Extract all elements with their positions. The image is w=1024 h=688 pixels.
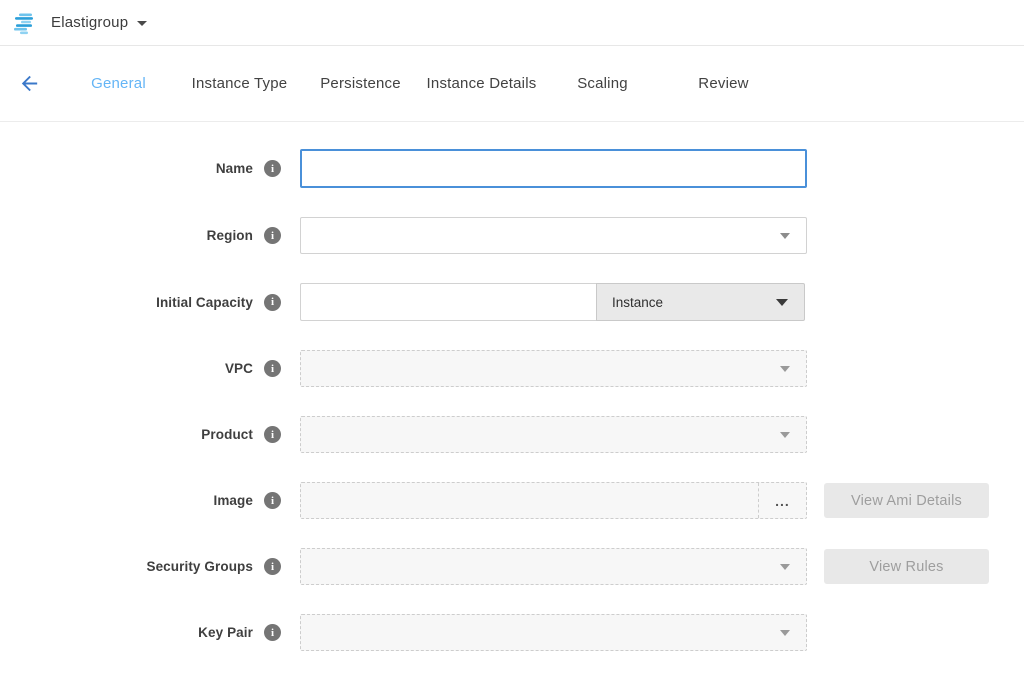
back-button[interactable] [0, 72, 58, 95]
browse-image-button[interactable]: ... [758, 483, 806, 518]
image-label: Image [213, 493, 253, 508]
form-row-name: Name i [0, 149, 1024, 188]
initial-capacity-input[interactable] [300, 283, 596, 321]
region-select[interactable] [300, 217, 807, 254]
chevron-down-icon [780, 366, 790, 372]
info-icon[interactable]: i [264, 360, 281, 377]
image-input: ... [300, 482, 807, 519]
form-row-key-pair: Key Pair i [0, 614, 1024, 651]
vpc-label: VPC [225, 361, 253, 376]
chevron-down-icon [780, 630, 790, 636]
app-title[interactable]: Elastigroup [51, 14, 128, 31]
vpc-select [300, 350, 807, 387]
top-app-bar: Elastigroup [0, 0, 1024, 46]
wizard-tab-bar: General Instance Type Persistence Instan… [0, 46, 1024, 122]
capacity-unit-select[interactable]: Instance [596, 283, 805, 321]
form-row-security-groups: Security Groups i View Rules [0, 548, 1024, 585]
key-pair-select [300, 614, 807, 651]
info-icon[interactable]: i [264, 227, 281, 244]
security-groups-label: Security Groups [146, 559, 253, 574]
tab-instance-type[interactable]: Instance Type [179, 75, 300, 92]
wizard-tabs: General Instance Type Persistence Instan… [58, 75, 784, 92]
form-row-product: Product i [0, 416, 1024, 453]
form-row-region: Region i [0, 217, 1024, 254]
elastigroup-logo-icon [14, 11, 40, 35]
info-icon[interactable]: i [264, 160, 281, 177]
info-icon[interactable]: i [264, 294, 281, 311]
chevron-down-icon[interactable] [137, 21, 147, 26]
info-icon[interactable]: i [264, 558, 281, 575]
chevron-down-icon [780, 564, 790, 570]
view-ami-details-button[interactable]: View Ami Details [824, 483, 989, 518]
product-label: Product [201, 427, 253, 442]
tab-instance-details[interactable]: Instance Details [421, 75, 542, 92]
name-input[interactable] [300, 149, 807, 188]
general-settings-form: Name i Region i Initial Capacity i Inst [0, 122, 1024, 651]
initial-capacity-label: Initial Capacity [156, 295, 253, 310]
form-row-vpc: VPC i [0, 350, 1024, 387]
tab-scaling[interactable]: Scaling [542, 75, 663, 92]
capacity-unit-value: Instance [612, 295, 663, 310]
chevron-down-icon [780, 432, 790, 438]
tab-review[interactable]: Review [663, 75, 784, 92]
form-row-image: Image i ... View Ami Details [0, 482, 1024, 519]
name-label: Name [216, 161, 253, 176]
tab-general[interactable]: General [58, 75, 179, 92]
form-row-initial-capacity: Initial Capacity i Instance [0, 283, 1024, 321]
key-pair-label: Key Pair [198, 625, 253, 640]
tab-persistence[interactable]: Persistence [300, 75, 421, 92]
security-groups-select [300, 548, 807, 585]
arrow-back-icon [18, 72, 41, 95]
info-icon[interactable]: i [264, 492, 281, 509]
info-icon[interactable]: i [264, 426, 281, 443]
chevron-down-icon [780, 233, 790, 239]
product-select [300, 416, 807, 453]
info-icon[interactable]: i [264, 624, 281, 641]
chevron-down-icon [776, 299, 788, 306]
region-label: Region [207, 228, 253, 243]
view-rules-button[interactable]: View Rules [824, 549, 989, 584]
